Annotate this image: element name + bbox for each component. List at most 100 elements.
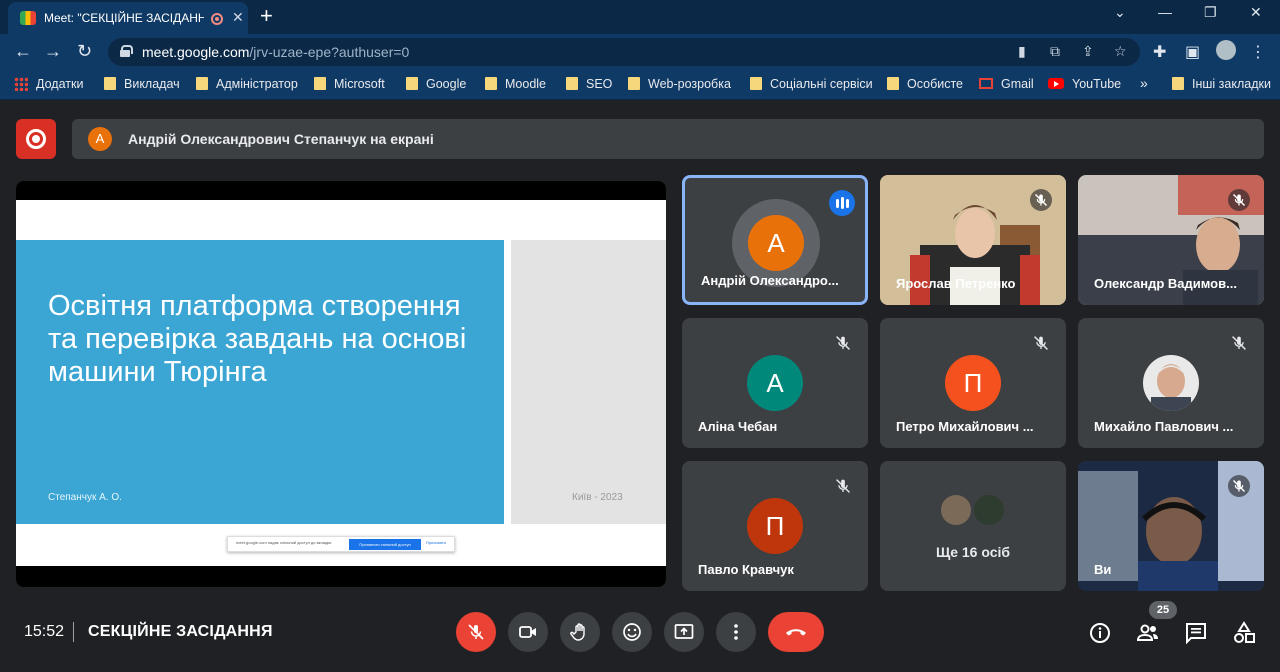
leave-call-button[interactable] — [768, 612, 824, 652]
url-path: /jrv-uzae-epe?authuser=0 — [249, 44, 410, 60]
bookmark-label: Gmail — [1001, 77, 1034, 91]
open-in-new-window-icon[interactable]: ⧉ — [1050, 43, 1060, 60]
participant-tile[interactable]: А Аліна Чебан — [682, 318, 868, 448]
call-controls-bar: 15:52 СЕКЦІЙНЕ ЗАСІДАННЯ 25 — [0, 601, 1280, 672]
muted-mic-icon — [1228, 332, 1250, 354]
shared-screen[interactable]: Освітня платформа створення та перевірка… — [16, 181, 666, 587]
stop-sharing-button[interactable]: Припинити спільний доступ — [349, 539, 421, 550]
more-participants-label: Ще 16 осіб — [935, 544, 1011, 560]
people-button[interactable] — [1136, 621, 1160, 645]
participant-photo-avatar — [1143, 355, 1199, 411]
reload-icon[interactable]: ↻ — [77, 41, 92, 61]
participant-tile[interactable]: П Павло Кравчук — [682, 461, 868, 591]
folder-icon — [887, 77, 899, 90]
bookmark-folder-moodle[interactable]: Moodle — [485, 77, 546, 93]
profile-avatar[interactable] — [1216, 40, 1236, 60]
camera-in-use-icon[interactable]: ▮ — [1018, 43, 1026, 60]
participant-avatar: П — [945, 355, 1001, 411]
participant-tile[interactable]: Ярослав Петренко — [880, 175, 1066, 305]
forward-arrow-icon[interactable]: → — [44, 41, 62, 61]
bookmark-folder-social[interactable]: Соціальні сервіси — [750, 77, 873, 93]
bookmark-folder-other[interactable]: Інші закладки — [1172, 77, 1271, 93]
activities-button[interactable] — [1232, 621, 1256, 645]
bookmark-folder-admin[interactable]: Адміністратор — [196, 77, 298, 93]
bookmark-apps[interactable]: Додатки — [14, 77, 83, 93]
bookmark-youtube[interactable]: YouTube — [1048, 77, 1121, 93]
share-page-icon[interactable]: ⇪ — [1082, 43, 1094, 60]
bookmark-folder-microsoft[interactable]: Microsoft — [314, 77, 385, 93]
chat-button[interactable] — [1184, 621, 1208, 645]
reactions-button[interactable] — [612, 612, 652, 652]
youtube-icon — [1048, 78, 1064, 89]
bookmarks-overflow-button[interactable]: » — [1140, 75, 1148, 91]
bookmark-folder-google[interactable]: Google — [406, 77, 466, 93]
tab-title: Meet: "СЕКЦІЙНЕ ЗАСІДАНН — [44, 11, 204, 25]
slide-side-panel — [511, 240, 666, 524]
bookmark-folder-web-dev[interactable]: Web-розробка — [628, 77, 731, 93]
hang-up-icon — [786, 629, 806, 636]
side-panel-icon[interactable]: ▣ — [1185, 42, 1200, 62]
bookmark-star-icon[interactable]: ☆ — [1114, 43, 1127, 60]
folder-icon — [628, 77, 640, 90]
participant-name: Петро Михайлович ... — [896, 419, 1034, 434]
bookmark-folder-teacher[interactable]: Викладач — [104, 77, 180, 93]
browser-menu-icon[interactable]: ⋮ — [1250, 42, 1266, 62]
bookmark-gmail[interactable]: Gmail — [979, 77, 1034, 93]
more-options-button[interactable] — [716, 612, 756, 652]
emoji-icon — [623, 623, 641, 641]
meeting-details-button[interactable] — [1088, 621, 1112, 645]
bookmark-folder-seo[interactable]: SEO — [566, 77, 612, 93]
activities-shapes-icon — [1234, 621, 1255, 643]
new-tab-button[interactable]: + — [260, 4, 273, 28]
participant-tile[interactable]: Олександр Вадимов... — [1078, 175, 1264, 305]
meet-call-view: А Андрій Олександрович Степанчук на екра… — [0, 101, 1280, 672]
tab-close-icon[interactable]: ✕ — [232, 9, 244, 26]
raise-hand-button[interactable] — [560, 612, 600, 652]
url-text[interactable]: meet.google.com/jrv-uzae-epe?authuser=0 — [142, 44, 409, 60]
participant-count-badge: 25 — [1149, 601, 1177, 619]
bookmark-folder-personal[interactable]: Особисте — [887, 77, 963, 93]
restore-window-icon[interactable]: ❐ — [1204, 4, 1217, 21]
bookmark-label: YouTube — [1072, 77, 1122, 91]
back-arrow-icon[interactable]: ← — [14, 41, 32, 61]
minimize-window-icon[interactable]: — — [1158, 4, 1172, 20]
toggle-camera-button[interactable] — [508, 612, 548, 652]
bookmark-label: Соціальні сервіси — [770, 77, 873, 91]
presenter-avatar: А — [88, 127, 112, 151]
bookmark-label: Інші закладки — [1192, 77, 1271, 91]
close-window-icon[interactable]: ✕ — [1250, 4, 1262, 21]
extensions-puzzle-icon[interactable]: ✚ — [1153, 42, 1166, 62]
bookmarks-bar: Додатки Викладач Адміністратор Microsoft… — [0, 70, 1280, 100]
speaking-indicator-icon — [829, 190, 855, 216]
participant-tile[interactable]: А Андрій Олександро... — [682, 175, 868, 305]
browser-tab-meet[interactable]: Meet: "СЕКЦІЙНЕ ЗАСІДАНН ✕ — [8, 2, 248, 34]
recording-button[interactable] — [16, 119, 56, 159]
more-participants-tile[interactable]: Ще 16 осіб — [880, 461, 1066, 591]
toggle-microphone-button[interactable] — [456, 612, 496, 652]
present-icon — [674, 624, 694, 639]
bookmark-label: Особисте — [907, 77, 963, 91]
more-vert-icon — [734, 624, 738, 640]
bookmark-label: SEO — [586, 77, 613, 91]
muted-mic-icon — [1030, 189, 1052, 211]
apps-grid-icon — [14, 77, 28, 91]
presenter-banner-text: Андрій Олександрович Степанчук на екрані — [128, 131, 434, 147]
camera-icon — [519, 626, 536, 638]
participant-tile[interactable]: П Петро Михайлович ... — [880, 318, 1066, 448]
slide-author: Степанчук А. О. — [48, 492, 122, 503]
share-notice-text: meet.google.com надає спільний доступ до… — [236, 540, 332, 545]
present-screen-button[interactable] — [664, 612, 704, 652]
hide-notice-button[interactable]: Приховати — [426, 540, 446, 545]
lock-icon[interactable] — [120, 45, 133, 57]
participant-avatar: А — [747, 355, 803, 411]
address-bar[interactable]: meet.google.com/jrv-uzae-epe?authuser=0 … — [108, 38, 1140, 66]
tab-search-dropdown-icon[interactable]: ⌄ — [1114, 4, 1126, 21]
presentation-slide: Освітня платформа створення та перевірка… — [16, 200, 666, 566]
participant-tile[interactable]: Михайло Павлович ... — [1078, 318, 1264, 448]
muted-mic-icon — [1228, 189, 1250, 211]
folder-icon — [196, 77, 208, 90]
self-view-tile[interactable]: Ви — [1078, 461, 1264, 591]
meeting-title: СЕКЦІЙНЕ ЗАСІДАННЯ — [88, 623, 273, 640]
folder-icon — [750, 77, 762, 90]
bookmark-label: Web-розробка — [648, 77, 731, 91]
